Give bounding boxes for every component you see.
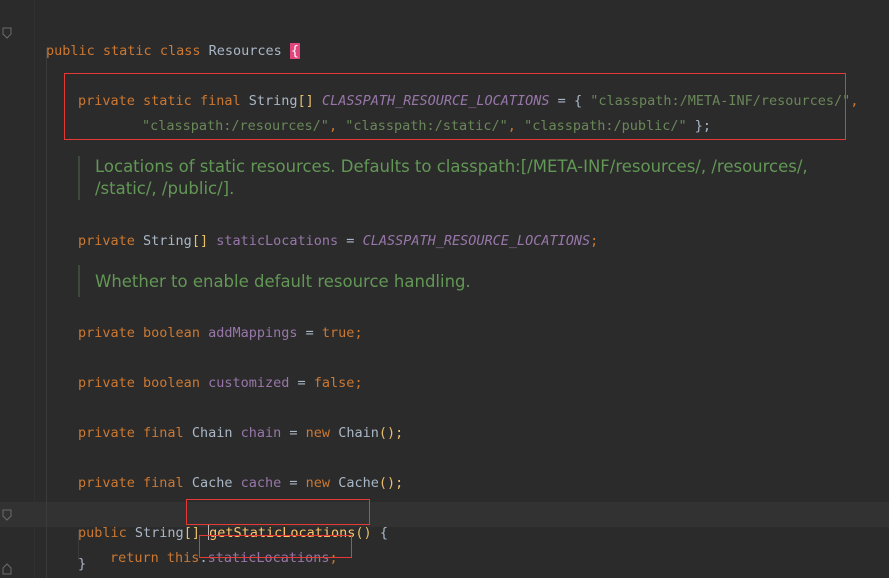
keyword: private bbox=[78, 425, 135, 441]
keyword: return bbox=[110, 550, 159, 566]
method-close-brace[interactable]: } bbox=[78, 555, 86, 573]
keyword: private bbox=[78, 375, 135, 391]
comma: , bbox=[850, 93, 859, 109]
array-brackets: [] bbox=[191, 233, 209, 249]
call-parens: (); bbox=[378, 475, 404, 491]
keyword: private bbox=[78, 325, 135, 341]
indent-guide bbox=[46, 48, 47, 578]
type-name: String bbox=[143, 233, 192, 249]
gutter-divider bbox=[34, 0, 35, 578]
keyword: static bbox=[102, 43, 152, 59]
semicolon: ; bbox=[590, 233, 599, 249]
operator: = bbox=[305, 325, 314, 341]
operator: = bbox=[289, 425, 298, 441]
keyword: class bbox=[159, 43, 201, 59]
field-name: customized bbox=[208, 375, 290, 391]
keyword: private bbox=[78, 475, 135, 491]
field-name: cache bbox=[240, 475, 282, 491]
constructor-name: Cache bbox=[338, 475, 379, 491]
call-parens: (); bbox=[378, 425, 404, 441]
field-name: chain bbox=[240, 425, 282, 441]
fold-marker-icon[interactable] bbox=[2, 509, 12, 521]
static-locations-line[interactable]: private String[] staticLocations = CLASS… bbox=[78, 214, 598, 250]
editor-gutter bbox=[0, 0, 34, 578]
doc-comment: Whether to enable default resource handl… bbox=[78, 265, 795, 297]
operator: = bbox=[297, 375, 306, 391]
type-name: Chain bbox=[191, 425, 233, 441]
keyword: public bbox=[46, 43, 95, 59]
keyword: final bbox=[143, 425, 184, 441]
keyword: this bbox=[166, 550, 200, 566]
fold-marker-icon[interactable] bbox=[2, 27, 12, 39]
constant-reference: CLASSPATH_RESOURCE_LOCATIONS bbox=[362, 233, 591, 249]
annotation-box-getter bbox=[186, 499, 370, 525]
primitive-type: boolean bbox=[143, 375, 200, 391]
semicolon: ; bbox=[354, 375, 363, 391]
open-brace-highlight: { bbox=[289, 43, 301, 59]
boolean-literal: false bbox=[313, 375, 355, 391]
class-declaration-line[interactable]: public static class Resources { bbox=[46, 24, 301, 60]
chain-line[interactable]: private final Chain chain = new Chain(); bbox=[78, 406, 403, 442]
field-name: addMappings bbox=[208, 325, 298, 341]
keyword: final bbox=[143, 475, 184, 491]
keyword: private bbox=[78, 233, 135, 249]
class-name: Resources bbox=[208, 43, 282, 59]
constructor-name: Chain bbox=[338, 425, 379, 441]
annotation-box-constant bbox=[64, 73, 846, 140]
param-parens: () bbox=[355, 525, 372, 541]
fold-end-marker-icon[interactable] bbox=[2, 563, 12, 575]
add-mappings-line[interactable]: private boolean addMappings = true; bbox=[78, 306, 363, 342]
open-brace: { bbox=[379, 525, 388, 541]
semicolon: ; bbox=[354, 325, 363, 341]
doc-comment-text: Whether to enable default resource handl… bbox=[95, 272, 471, 291]
cache-line[interactable]: private final Cache cache = new Cache(); bbox=[78, 456, 403, 492]
boolean-literal: true bbox=[321, 325, 355, 341]
primitive-type: boolean bbox=[143, 325, 200, 341]
type-name: Cache bbox=[191, 475, 233, 491]
customized-line[interactable]: private boolean customized = false; bbox=[78, 356, 363, 392]
keyword: new bbox=[305, 425, 331, 441]
operator: = bbox=[346, 233, 355, 249]
keyword: new bbox=[305, 475, 331, 491]
operator: = bbox=[289, 475, 298, 491]
doc-comment: Locations of static resources. Defaults … bbox=[78, 156, 845, 200]
annotation-box-return bbox=[199, 535, 352, 558]
field-name: staticLocations bbox=[216, 233, 339, 249]
